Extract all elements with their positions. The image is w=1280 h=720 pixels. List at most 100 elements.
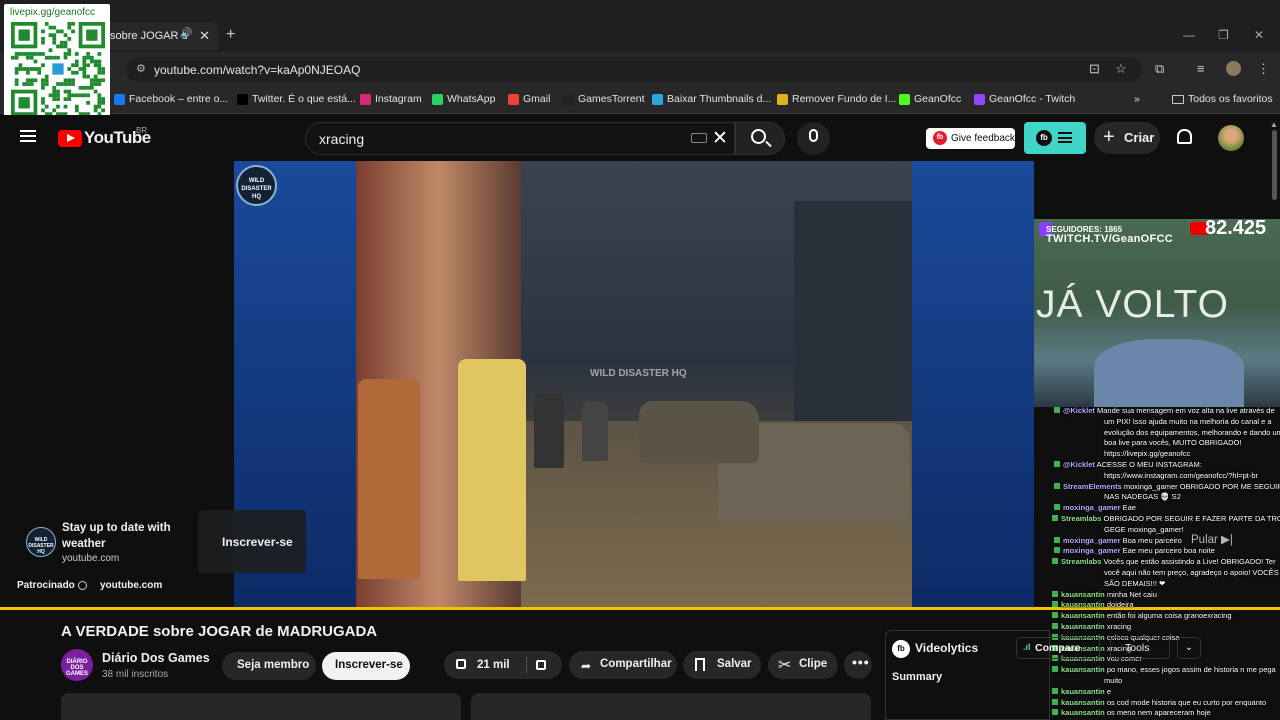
bookmark-label: Baixar Thumbnails d...: [667, 93, 772, 105]
chat-message: Streamlabs Vocês que estão assistindo a …: [1052, 557, 1276, 567]
share-button[interactable]: ➦ Compartilhar: [569, 651, 677, 679]
scrollbar-thumb[interactable]: [1272, 130, 1277, 200]
bookmark-item[interactable]: Gmail: [508, 93, 550, 105]
notifications-bell-icon[interactable]: [1177, 129, 1192, 144]
save-button[interactable]: Salvar: [683, 651, 761, 679]
like-divider: [526, 657, 527, 673]
member-label: Seja membro: [237, 659, 310, 671]
chat-badge-icon: [1052, 515, 1058, 521]
whatsapp-icon: [432, 93, 443, 105]
search-icon[interactable]: [751, 129, 766, 144]
chat-username: kauansantin: [1061, 708, 1105, 718]
subscribe-button[interactable]: Inscrever-se: [322, 652, 410, 680]
video-channel-logo: WILD DISASTER HQ: [236, 165, 277, 206]
ad-title[interactable]: Stay up to date with weather: [62, 520, 182, 552]
chat-message: evolução dos equipamentos, melhorando e …: [1104, 428, 1280, 438]
save-label: Salvar: [717, 658, 752, 670]
search-input[interactable]: xracing: [305, 122, 735, 155]
feedback-logo-icon: fb: [933, 131, 947, 145]
microphone-icon[interactable]: [809, 129, 818, 142]
bookmark-item[interactable]: Baixar Thumbnails d...: [652, 93, 771, 105]
new-tab-icon[interactable]: +: [226, 26, 235, 44]
tools-button[interactable]: Tools: [1110, 637, 1170, 659]
bookmark-star-icon[interactable]: ☆: [1115, 61, 1127, 77]
chat-username: kauansantin: [1061, 589, 1105, 599]
bookmark-item[interactable]: Twitter. É o que está...: [237, 93, 356, 105]
chart-icon: .ıl: [1023, 642, 1031, 652]
chat-badge-icon: [1054, 482, 1060, 489]
scroll-up-icon[interactable]: ▲: [1270, 120, 1278, 129]
more-actions-button[interactable]: •••: [844, 651, 872, 679]
bookmark-item[interactable]: GeanOfcc: [899, 93, 961, 105]
close-window-icon[interactable]: ✕: [1254, 28, 1264, 42]
clear-search-icon[interactable]: ✕: [712, 127, 728, 150]
chat-text: GEGE moxinga_gamer!: [1104, 524, 1184, 534]
chat-username: @Kicklet: [1063, 406, 1095, 415]
chat-badge-icon: [1052, 709, 1058, 716]
restore-icon[interactable]: ❐: [1218, 28, 1229, 42]
sponsored-label: Patrocinado: [17, 580, 75, 591]
bookmark-item[interactable]: Remover Fundo de I...: [777, 93, 896, 105]
extensions-icon[interactable]: ⧉: [1155, 61, 1164, 77]
video-player[interactable]: [234, 161, 1034, 608]
chat-badge-icon: [1054, 536, 1060, 543]
youtube-logo-icon[interactable]: [58, 130, 82, 147]
clip-button[interactable]: ✂ Clipe: [768, 651, 838, 679]
minimize-icon[interactable]: —: [1183, 28, 1195, 42]
chat-message: kauansantin po mano, esses jogos assim d…: [1052, 665, 1276, 675]
chat-message: moxinga_gamer Eae: [1054, 503, 1136, 513]
video-person: [582, 401, 608, 461]
bookmark-item[interactable]: Instagram: [360, 93, 422, 105]
chrome-menu-icon[interactable]: ⋮: [1257, 61, 1270, 77]
like-icon[interactable]: [456, 659, 466, 669]
chevron-down-icon[interactable]: ⌄: [1177, 637, 1201, 659]
chat-message: @Kicklet ACESSE O MEU INSTAGRAM:: [1054, 460, 1202, 470]
bookmark-item[interactable]: GamesTorrent: [563, 93, 645, 105]
description-box-secondary[interactable]: [471, 693, 871, 720]
gamestorrent-icon: [563, 93, 574, 105]
thumbnails-icon: [652, 93, 663, 105]
profile-icon[interactable]: [1226, 61, 1241, 76]
dislike-icon[interactable]: [536, 660, 546, 670]
feedback-label: Give feedback: [951, 133, 1015, 144]
join-membership-button[interactable]: Seja membro: [222, 652, 316, 680]
all-bookmarks-label: Todos os favoritos: [1188, 93, 1273, 105]
browser-tab[interactable]: sobre JOGAR d 🔊 ✕: [100, 22, 218, 50]
video-car: [639, 401, 759, 463]
ad-advertiser-logo[interactable]: WILD DISASTER HQ: [26, 527, 56, 557]
ad-domain: youtube.com: [62, 553, 120, 564]
description-box[interactable]: [61, 693, 461, 720]
url-field[interactable]: ⚙ youtube.com/watch?v=kaAp0NJEOAQ: [126, 57, 1142, 82]
twitch-channel-url: TWITCH.TV/GeanOFCC: [1046, 233, 1174, 245]
bookmark-label: Facebook – entre o...: [129, 93, 229, 105]
chat-text: OBRIGADO POR SEGUIR E FAZER PARTE DA TRO…: [1103, 514, 1280, 523]
all-bookmarks-folder[interactable]: Todos os favoritos: [1172, 93, 1273, 105]
ad-subscribe-label: Inscrever-se: [222, 535, 293, 549]
viewer-count: 82.425: [1205, 217, 1267, 239]
bookmarks-overflow-icon[interactable]: »: [1134, 93, 1140, 105]
gmail-icon: [508, 93, 519, 105]
extension-menu-button[interactable]: [1024, 122, 1086, 154]
install-app-icon[interactable]: ⊡: [1089, 61, 1100, 77]
guide-menu-icon[interactable]: [20, 130, 36, 142]
keyboard-icon[interactable]: [691, 133, 707, 143]
media-control-icon[interactable]: ≡: [1197, 61, 1205, 76]
videolytics-title: Videolytics: [915, 641, 979, 655]
close-tab-icon[interactable]: ✕: [199, 28, 210, 44]
chat-message: kauansantin doideira: [1052, 600, 1134, 610]
site-info-icon[interactable]: ⚙: [136, 62, 146, 75]
channel-avatar[interactable]: DIÁRIO DOS GAMES: [61, 649, 93, 681]
chat-message: kauansantin e: [1052, 687, 1111, 697]
compare-button[interactable]: .ıl Compare: [1016, 637, 1100, 659]
bookmark-item[interactable]: WhatsApp: [432, 93, 495, 105]
audio-icon[interactable]: 🔊: [180, 28, 192, 39]
bookmark-item[interactable]: Facebook – entre o...: [114, 93, 228, 105]
sponsored-domain[interactable]: youtube.com: [100, 580, 162, 591]
skip-ad-button[interactable]: Pular ▶|: [1191, 532, 1233, 546]
ad-info-icon[interactable]: [78, 581, 87, 590]
channel-name[interactable]: Diário Dos Games: [102, 651, 210, 665]
ad-subscribe-button[interactable]: Inscrever-se: [198, 510, 306, 573]
like-dislike-button[interactable]: 21 mil: [444, 651, 562, 679]
account-avatar[interactable]: [1218, 125, 1244, 151]
bookmark-item[interactable]: GeanOfcc - Twitch: [974, 93, 1075, 105]
